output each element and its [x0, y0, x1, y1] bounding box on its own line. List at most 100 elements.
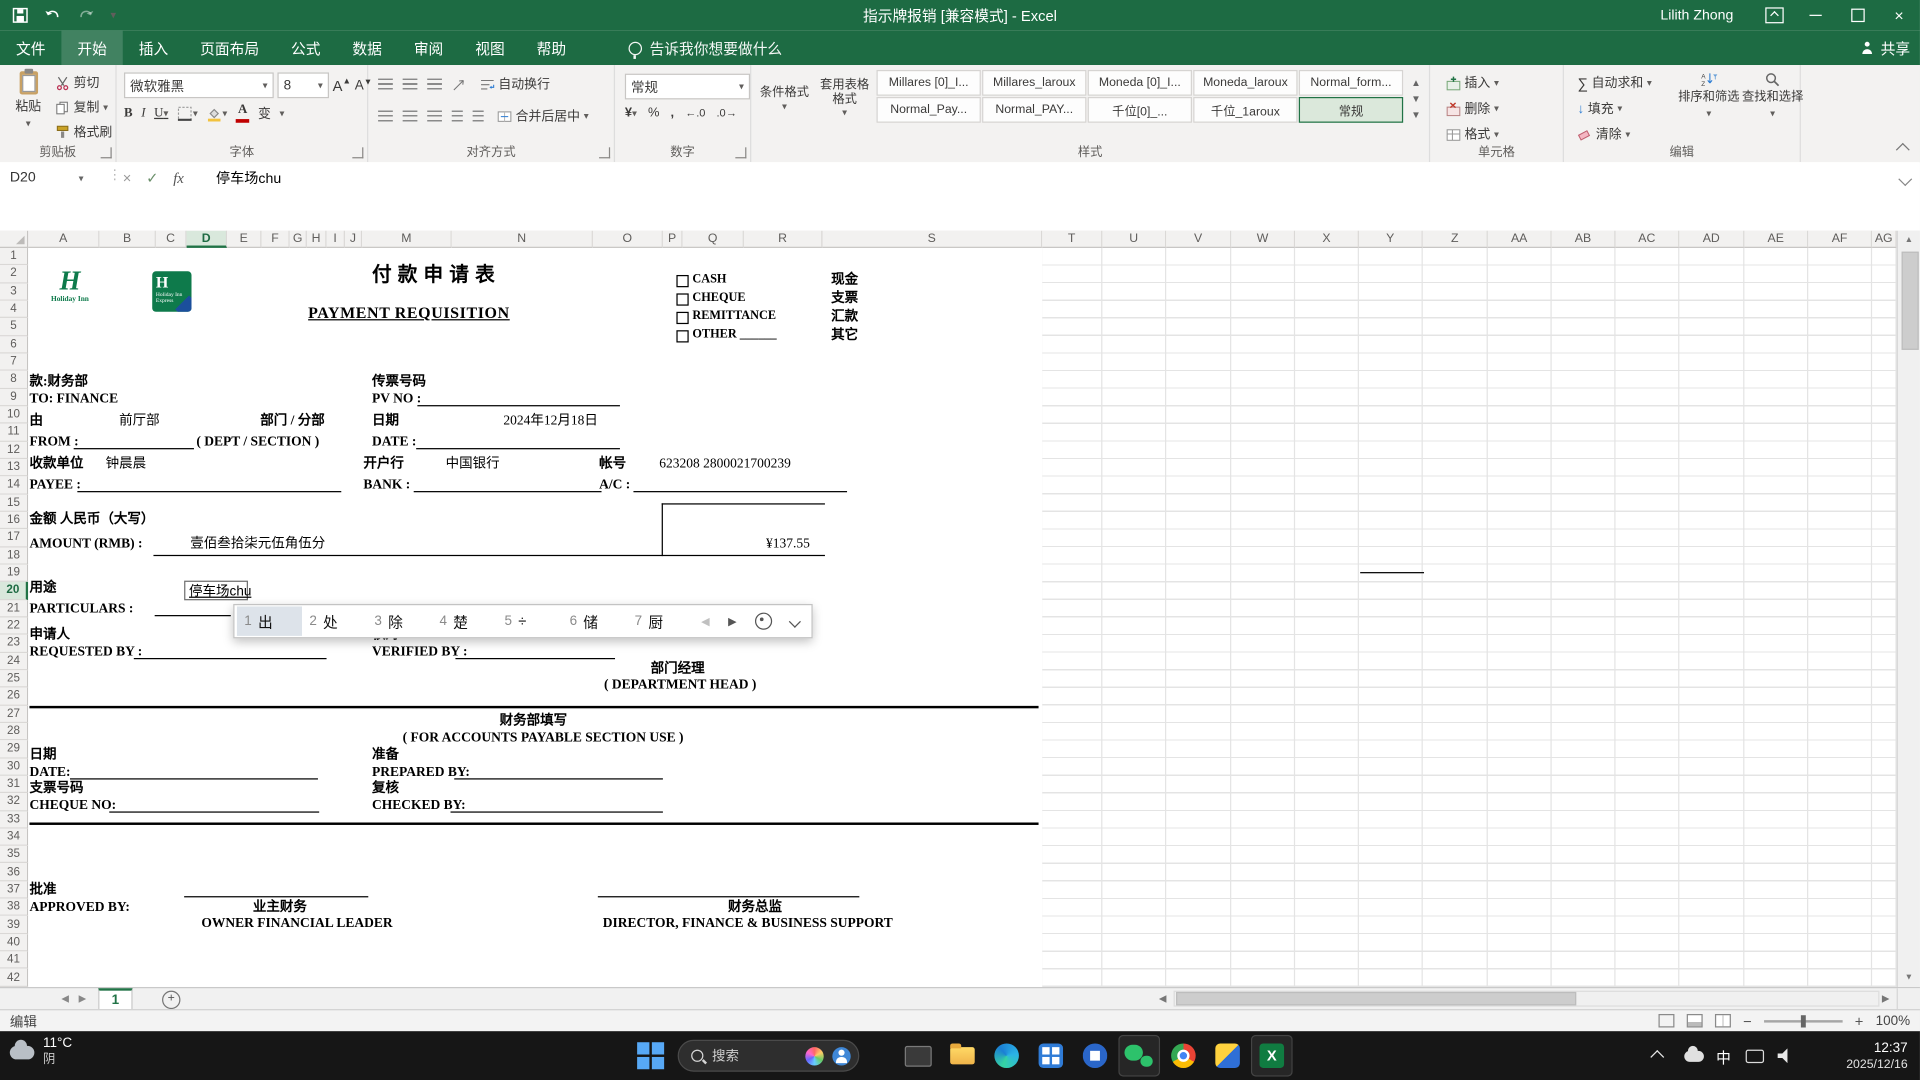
sheet-nav-right-icon[interactable]: ▶	[79, 993, 87, 1004]
column-header-C[interactable]: C	[155, 230, 187, 248]
vertical-scroll-thumb[interactable]	[1901, 251, 1919, 350]
align-center-icon[interactable]	[402, 110, 418, 122]
blue-app-icon-2[interactable]	[1074, 1035, 1116, 1077]
zoom-slider-thumb[interactable]	[1800, 1014, 1806, 1027]
fill-button[interactable]: ↓ 填充 ▾	[1574, 98, 1656, 119]
column-header-W[interactable]: W	[1231, 230, 1296, 248]
file-explorer-icon[interactable]	[942, 1035, 984, 1077]
borders-button[interactable]: ▾	[177, 106, 198, 122]
column-header-F[interactable]: F	[261, 230, 290, 248]
row-header-13[interactable]: 13	[0, 459, 29, 477]
ime-candidate-6[interactable]: 6储	[562, 606, 627, 635]
column-header-H[interactable]: H	[306, 230, 327, 248]
ribbon-tab-4[interactable]: 公式	[275, 31, 336, 65]
ime-candidate-3[interactable]: 3除	[367, 606, 432, 635]
sheet-nav-left-icon[interactable]: ◀	[61, 993, 69, 1004]
underline-button[interactable]: U▾	[154, 107, 168, 121]
column-header-X[interactable]: X	[1295, 230, 1359, 248]
row-header-9[interactable]: 9	[0, 388, 29, 407]
row-header-26[interactable]: 26	[0, 687, 29, 706]
ime-language-indicator[interactable]: 中	[1716, 1047, 1731, 1068]
ime-candidate-7[interactable]: 7厨	[627, 606, 692, 635]
name-box[interactable]: D20	[0, 164, 106, 191]
decrease-indent-icon[interactable]	[451, 110, 463, 122]
row-header-4[interactable]: 4	[0, 300, 29, 319]
cancel-entry-icon[interactable]: ×	[123, 169, 132, 186]
column-header-P[interactable]: P	[662, 230, 683, 248]
row-header-37[interactable]: 37	[0, 881, 29, 899]
vertical-scrollbar[interactable]: ▲ ▼	[1896, 230, 1920, 987]
column-header-J[interactable]: J	[344, 230, 363, 248]
formula-bar-expand-icon[interactable]	[1898, 172, 1913, 187]
speaker-icon[interactable]	[1777, 1048, 1788, 1064]
number-format-select[interactable]: 常规 ▾	[624, 73, 751, 100]
row-header-5[interactable]: 5	[0, 318, 29, 336]
row-header-40[interactable]: 40	[0, 933, 29, 952]
ime-candidate-4[interactable]: 4楚	[432, 606, 497, 635]
ribbon-display-options-button[interactable]	[1753, 0, 1795, 31]
column-header-AE[interactable]: AE	[1744, 230, 1809, 248]
ribbon-tab-1[interactable]: 开始	[61, 30, 123, 66]
style-gallery-item[interactable]: Normal_PAY...	[982, 96, 1087, 123]
font-dialog-launcher[interactable]	[352, 147, 364, 159]
excel-icon[interactable]: X	[1250, 1034, 1293, 1077]
zoom-slider[interactable]	[1763, 1014, 1843, 1027]
row-header-30[interactable]: 30	[0, 758, 29, 776]
row-header-23[interactable]: 23	[0, 634, 29, 653]
row-header-34[interactable]: 34	[0, 828, 29, 847]
delete-cells-button[interactable]: 删除 ▾	[1442, 98, 1502, 119]
horizontal-scroll-thumb[interactable]	[1176, 991, 1577, 1006]
row-header-19[interactable]: 19	[0, 564, 29, 583]
format-painter-button[interactable]: 格式刷	[52, 122, 116, 143]
comma-style-button[interactable]: ,	[671, 106, 675, 121]
column-header-E[interactable]: E	[227, 230, 262, 248]
row-header-8[interactable]: 8	[0, 371, 29, 389]
merge-center-button[interactable]: 合并后居中 ▾	[493, 106, 592, 127]
column-header-O[interactable]: O	[592, 230, 663, 248]
tell-me-box[interactable]: 告诉我你想要做什么	[628, 31, 782, 65]
alignment-dialog-launcher[interactable]	[599, 147, 611, 159]
paste-button[interactable]: 粘贴 ▾	[7, 68, 49, 140]
ime-prev-page-icon[interactable]: ◀	[701, 614, 709, 628]
row-header-29[interactable]: 29	[0, 740, 29, 759]
row-header-41[interactable]: 41	[0, 951, 29, 970]
row-header-28[interactable]: 28	[0, 722, 29, 741]
ribbon-tab-3[interactable]: 页面布局	[184, 31, 275, 65]
style-gallery-item[interactable]: Moneda [0]_I...	[1087, 69, 1192, 96]
row-header-14[interactable]: 14	[0, 476, 29, 495]
collapse-ribbon-icon[interactable]	[1895, 142, 1910, 157]
new-sheet-button[interactable]: +	[162, 990, 181, 1010]
insert-function-icon[interactable]: fx	[173, 169, 184, 187]
row-headers[interactable]: 1 2 3 4 5 6 7 8 9 10 11 12 13 14 15 16 17 18 19 20 21 22 23 24 2…	[0, 247, 29, 987]
row-header-32[interactable]: 32	[0, 793, 29, 811]
ime-expand-icon[interactable]	[788, 615, 801, 628]
ribbon-tab-2[interactable]: 插入	[123, 31, 184, 65]
row-header-20[interactable]: 20	[0, 582, 29, 600]
ime-candidate-2[interactable]: 2处	[302, 606, 367, 635]
active-cell-editor[interactable]: 停车场chu	[184, 580, 251, 601]
column-header-B[interactable]: B	[99, 230, 156, 248]
select-all-corner[interactable]	[0, 230, 29, 248]
find-select-button[interactable]: 查找和选择 ▾	[1741, 65, 1805, 119]
weather-widget[interactable]: 11°C 阴	[9, 1036, 72, 1068]
ribbon-tab-0[interactable]: 文件	[0, 31, 61, 65]
share-button[interactable]: 共享	[1861, 31, 1910, 65]
ime-next-page-icon[interactable]: ▶	[728, 614, 736, 628]
number-dialog-launcher[interactable]	[735, 147, 747, 159]
gallery-scroll-up-icon[interactable]: ▲	[1411, 77, 1421, 88]
column-header-V[interactable]: V	[1166, 230, 1232, 248]
formula-input[interactable]: 停车场chu	[216, 164, 281, 191]
ime-tools-icon[interactable]	[754, 612, 773, 630]
start-button[interactable]	[637, 1042, 665, 1070]
column-headers[interactable]: A B C D E F G H I J M N O P Q R S T U V W X Y Z AA AB AC AD AE AF AG	[28, 230, 1897, 248]
align-left-icon[interactable]	[378, 110, 393, 122]
row-header-7[interactable]: 7	[0, 353, 29, 372]
font-name-select[interactable]: 微软雅黑 ▾	[123, 72, 274, 99]
row-header-3[interactable]: 3	[0, 283, 29, 301]
ribbon-tab-8[interactable]: 帮助	[521, 31, 582, 65]
column-header-N[interactable]: N	[451, 230, 593, 248]
align-bottom-icon[interactable]	[427, 78, 442, 90]
column-header-I[interactable]: I	[326, 230, 345, 248]
scroll-up-icon[interactable]: ▲	[1898, 231, 1920, 249]
name-box-dropdown-icon[interactable]: ▾	[79, 173, 84, 184]
